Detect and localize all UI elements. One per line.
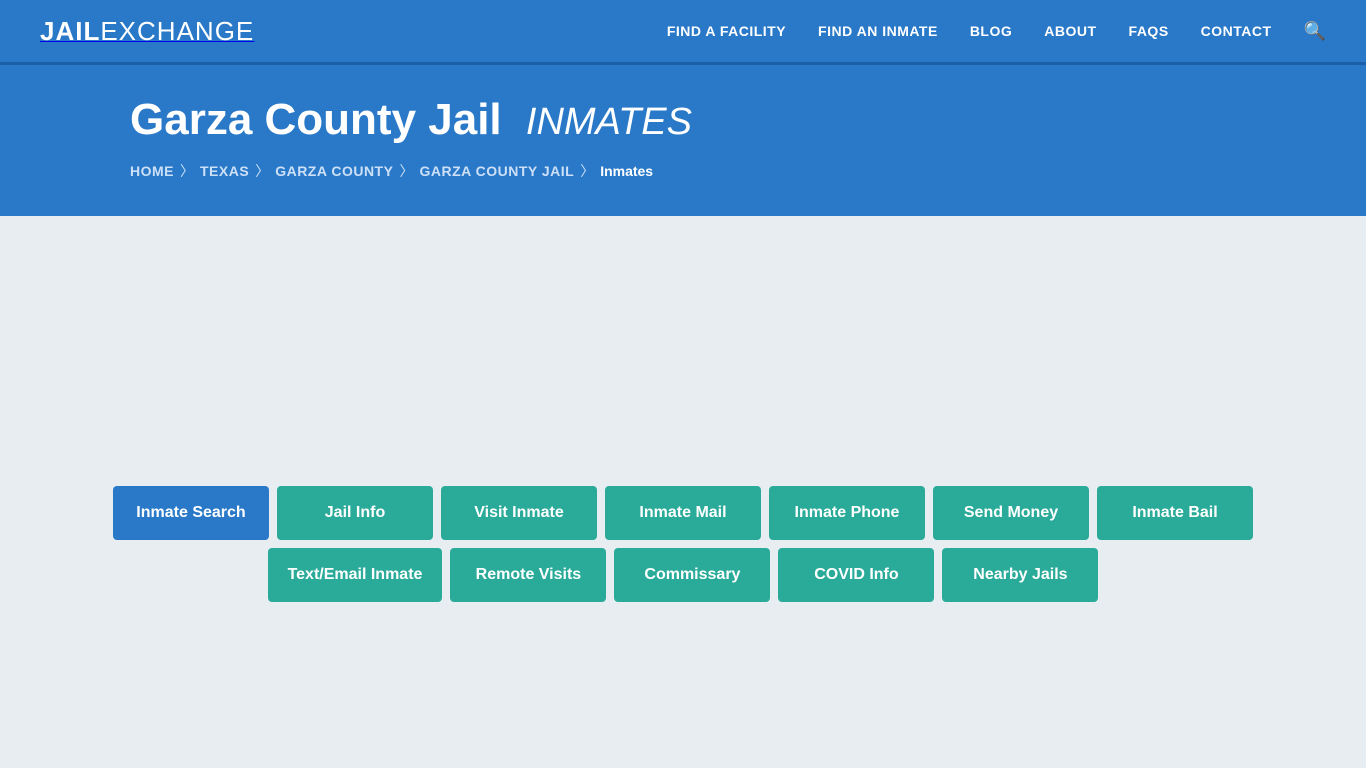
breadcrumb-current: Inmates bbox=[600, 163, 653, 179]
btn-inmate-mail[interactable]: Inmate Mail bbox=[605, 486, 761, 540]
btn-remote-visits[interactable]: Remote Visits bbox=[450, 548, 606, 602]
main-nav: FIND A FACILITY FIND AN INMATE BLOG ABOU… bbox=[667, 21, 1326, 42]
button-row-2: Text/Email Inmate Remote Visits Commissa… bbox=[40, 548, 1326, 602]
btn-inmate-bail[interactable]: Inmate Bail bbox=[1097, 486, 1253, 540]
nav-find-facility[interactable]: FIND A FACILITY bbox=[667, 23, 786, 39]
btn-inmate-search[interactable]: Inmate Search bbox=[113, 486, 269, 540]
nav-blog[interactable]: BLOG bbox=[970, 23, 1012, 39]
breadcrumb-sep-4: 〉 bbox=[580, 161, 594, 181]
nav-contact[interactable]: CONTACT bbox=[1201, 23, 1272, 39]
nav-about[interactable]: ABOUT bbox=[1044, 23, 1096, 39]
btn-send-money[interactable]: Send Money bbox=[933, 486, 1089, 540]
btn-covid-info[interactable]: COVID Info bbox=[778, 548, 934, 602]
content-area bbox=[40, 236, 1326, 486]
hero-section: Garza County Jail INMATES Home 〉 Texas 〉… bbox=[0, 65, 1366, 216]
breadcrumb-sep-3: 〉 bbox=[399, 161, 413, 181]
breadcrumb-sep-1: 〉 bbox=[180, 161, 194, 181]
logo-text: JAILEXCHANGE bbox=[40, 16, 254, 46]
btn-visit-inmate[interactable]: Visit Inmate bbox=[441, 486, 597, 540]
logo[interactable]: JAILEXCHANGE bbox=[40, 16, 254, 47]
breadcrumb-texas[interactable]: Texas bbox=[200, 163, 249, 179]
nav-faqs[interactable]: FAQs bbox=[1129, 23, 1169, 39]
btn-commissary[interactable]: Commissary bbox=[614, 548, 770, 602]
main-content: Inmate Search Jail Info Visit Inmate Inm… bbox=[0, 216, 1366, 696]
page-title: Garza County Jail INMATES bbox=[130, 95, 1236, 145]
breadcrumb-home[interactable]: Home bbox=[130, 163, 174, 179]
btn-text-email-inmate[interactable]: Text/Email Inmate bbox=[268, 548, 443, 602]
btn-inmate-phone[interactable]: Inmate Phone bbox=[769, 486, 925, 540]
btn-jail-info[interactable]: Jail Info bbox=[277, 486, 433, 540]
search-button[interactable]: 🔍 bbox=[1304, 21, 1326, 42]
breadcrumb: Home 〉 Texas 〉 Garza County 〉 Garza Coun… bbox=[130, 161, 1236, 181]
breadcrumb-garza-county[interactable]: Garza County bbox=[275, 163, 393, 179]
btn-nearby-jails[interactable]: Nearby Jails bbox=[942, 548, 1098, 602]
nav-find-inmate[interactable]: FIND AN INMATE bbox=[818, 23, 938, 39]
button-row-1: Inmate Search Jail Info Visit Inmate Inm… bbox=[40, 486, 1326, 540]
breadcrumb-garza-jail[interactable]: Garza County Jail bbox=[419, 163, 574, 179]
breadcrumb-sep-2: 〉 bbox=[255, 161, 269, 181]
site-header: JAILEXCHANGE FIND A FACILITY FIND AN INM… bbox=[0, 0, 1366, 65]
